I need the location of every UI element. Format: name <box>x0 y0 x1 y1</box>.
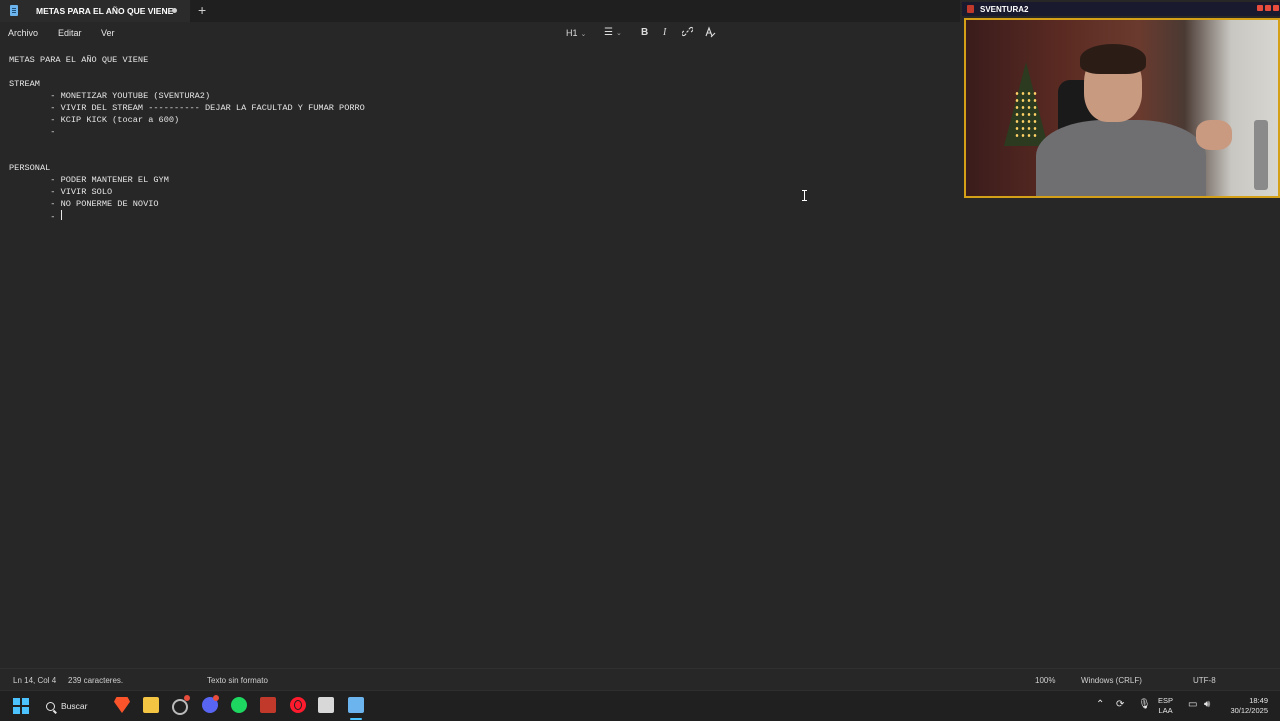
channel-name: SVENTURA2 <box>980 5 1029 14</box>
menu-ver[interactable]: Ver <box>101 28 115 38</box>
title-bar: METAS PARA EL AÑO QUE VIENE + <box>0 0 960 22</box>
webcam-video <box>964 18 1280 198</box>
heading-dropdown[interactable]: H1 ⌄ <box>566 26 586 40</box>
bold-button[interactable]: B <box>641 26 648 40</box>
file-explorer-icon[interactable] <box>143 697 159 713</box>
webcam-overlay: SVENTURA2 <box>962 2 1280 198</box>
menu-archivo[interactable]: Archivo <box>8 28 38 38</box>
heading-label: H1 <box>566 28 578 38</box>
unsaved-indicator-icon[interactable] <box>172 8 177 13</box>
document-tab[interactable]: METAS PARA EL AÑO QUE VIENE <box>0 0 190 22</box>
microphone-icon[interactable]: 🎙︎ <box>1138 699 1151 710</box>
taskbar: Buscar ⌃ ⟳ 🎙︎ ESP LAA ▭ 🔊︎ 18:49 30/12/2… <box>0 690 1280 721</box>
bottle <box>1254 120 1268 190</box>
doc-line: - NO PONERME DE NOVIO <box>9 199 159 209</box>
tab-title: METAS PARA EL AÑO QUE VIENE <box>36 6 174 16</box>
clock-time: 18:49 <box>1249 696 1268 705</box>
chevron-down-icon: ⌄ <box>615 30 622 37</box>
link-icon[interactable] <box>681 26 694 40</box>
app-circle-icon[interactable] <box>172 699 188 715</box>
doc-line: - MONETIZAR YOUTUBE (SVENTURA2) <box>9 91 211 101</box>
person-body <box>1036 120 1206 196</box>
encoding[interactable]: UTF-8 <box>1193 676 1216 685</box>
character-count: 239 caracteres. <box>68 676 124 685</box>
list-dropdown[interactable]: ☰ ⌄ <box>604 26 622 40</box>
clock-date: 30/12/2025 <box>1230 706 1268 715</box>
notification-badge <box>213 695 219 701</box>
notification-badge <box>184 695 190 701</box>
windows-start-icon[interactable] <box>13 698 29 714</box>
doc-line: - PODER MANTENER EL GYM <box>9 175 169 185</box>
search-label: Buscar <box>61 701 88 711</box>
menu-bar: Archivo Editar Ver H1 ⌄ ☰ ⌄ B I <box>0 22 960 44</box>
close-icon <box>1273 5 1279 11</box>
line-ending[interactable]: Windows (CRLF) <box>1081 676 1142 685</box>
webcam-title-bar: SVENTURA2 <box>962 2 1280 16</box>
tree-lights <box>1014 90 1038 140</box>
person-hair <box>1080 44 1146 74</box>
app-window-icon[interactable] <box>318 697 334 713</box>
language-indicator[interactable]: ESP LAA <box>1158 696 1173 716</box>
status-bar: Ln 14, Col 4 239 caracteres. Texto sin f… <box>0 668 1280 691</box>
doc-line: - <box>9 127 56 137</box>
clock[interactable]: 18:49 30/12/2025 <box>1222 696 1268 716</box>
new-tab-button[interactable]: + <box>198 2 206 18</box>
doc-line: STREAM <box>9 79 40 89</box>
maximize-icon <box>1265 5 1271 11</box>
doc-line: PERSONAL <box>9 163 51 173</box>
clear-formatting-icon[interactable] <box>704 26 716 40</box>
text-caret <box>60 210 62 220</box>
menu-editar[interactable]: Editar <box>58 28 82 38</box>
italic-button[interactable]: I <box>663 26 666 40</box>
doc-line: - KCIP KICK (tocar a 600) <box>9 115 180 125</box>
search-icon <box>46 701 55 711</box>
chevron-down-icon: ⌄ <box>580 31 587 38</box>
doc-line: METAS PARA EL AÑO QUE VIENE <box>9 55 149 65</box>
sync-icon[interactable]: ⟳ <box>1116 699 1124 710</box>
spotify-icon[interactable] <box>231 697 247 713</box>
doc-line: - <box>9 212 61 222</box>
zoom-level[interactable]: 100% <box>1035 676 1055 685</box>
ibeam-cursor-icon <box>802 190 808 201</box>
document-text[interactable]: METAS PARA EL AÑO QUE VIENE STREAM - MON… <box>9 54 365 223</box>
chevron-up-icon[interactable]: ⌃ <box>1096 699 1104 710</box>
language-code: ESP <box>1158 696 1174 705</box>
minimize-icon <box>1257 5 1263 11</box>
brave-browser-icon[interactable] <box>114 697 130 713</box>
list-icon: ☰ <box>604 27 613 38</box>
opera-gx-icon[interactable] <box>290 697 306 713</box>
person-hand <box>1196 120 1232 150</box>
notepad-taskbar-icon[interactable] <box>348 697 364 713</box>
doc-line: - VIVIR SOLO <box>9 187 113 197</box>
voicemeeter-icon[interactable] <box>260 697 276 713</box>
channel-icon <box>967 5 974 13</box>
taskbar-search-button[interactable]: Buscar <box>46 697 87 715</box>
cursor-position: Ln 14, Col 4 <box>13 676 57 685</box>
network-icon[interactable]: ▭ <box>1188 699 1197 710</box>
volume-icon[interactable]: 🔊︎ <box>1204 699 1210 710</box>
format-mode[interactable]: Texto sin formato <box>207 676 268 685</box>
keyboard-layout: LAA <box>1158 706 1173 715</box>
notepad-icon <box>10 5 18 16</box>
doc-line: - VIVIR DEL STREAM ---------- DEJAR LA F… <box>9 103 365 113</box>
